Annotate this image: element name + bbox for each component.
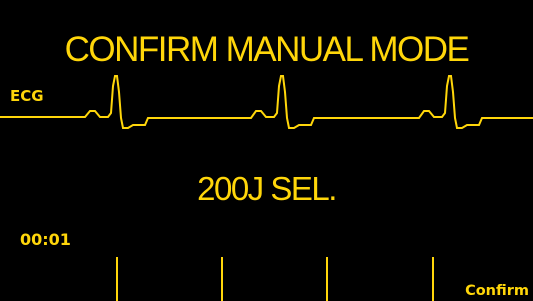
- selected-energy-readout: 200J SEL.: [197, 170, 337, 207]
- confirm-softkey-label: Confirm: [465, 283, 529, 299]
- elapsed-time: 00:01: [20, 230, 71, 249]
- softkey-2[interactable]: [118, 257, 221, 301]
- defibrillator-screen: CONFIRM MANUAL MODE ECG 200J SEL. 00:01 …: [0, 0, 533, 301]
- softkey-3[interactable]: [223, 257, 326, 301]
- softkey-divider: [221, 257, 223, 301]
- softkey-1[interactable]: [0, 257, 116, 301]
- softkey-divider: [326, 257, 328, 301]
- softkey-divider: [116, 257, 118, 301]
- ecg-trace-line: [0, 75, 533, 129]
- confirm-softkey[interactable]: Confirm: [434, 257, 533, 301]
- softkey-divider: [432, 257, 434, 301]
- softkey-4[interactable]: [328, 257, 432, 301]
- ecg-waveform: [0, 75, 533, 129]
